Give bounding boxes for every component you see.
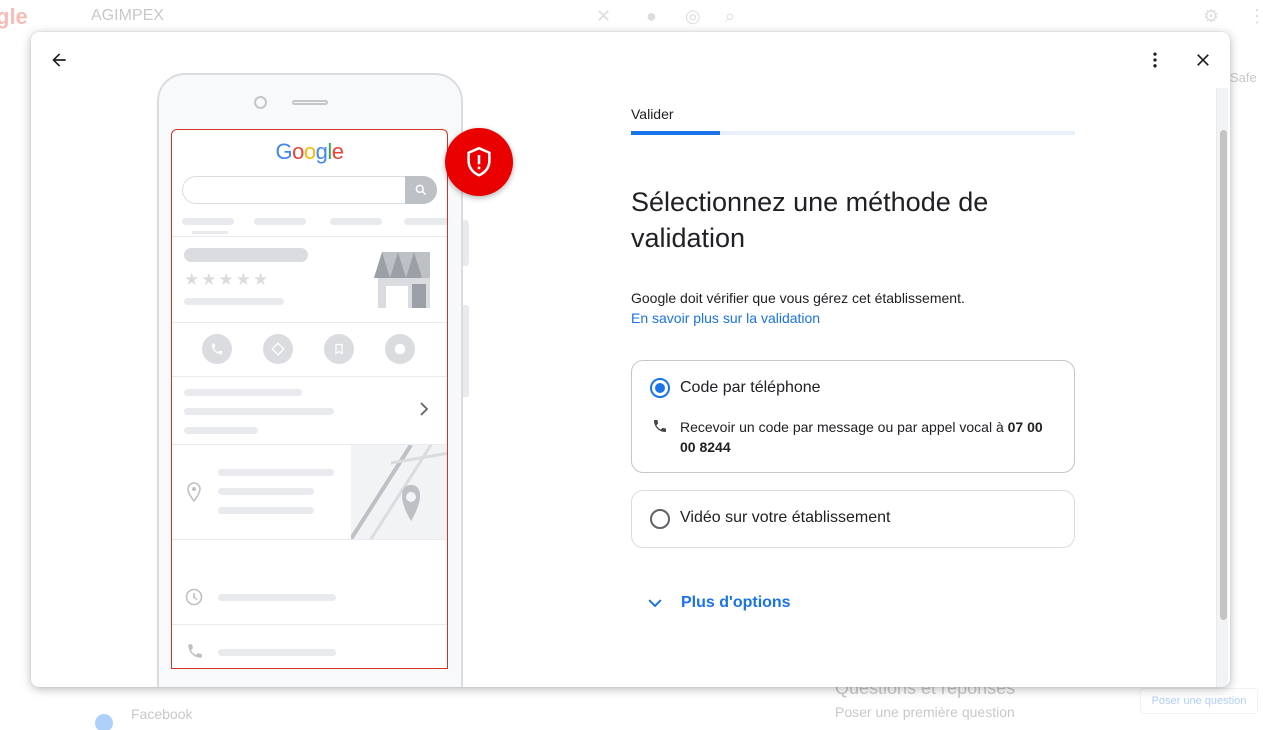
more-vert-icon xyxy=(1153,52,1157,68)
option-title: Vidéo sur votre établissement xyxy=(680,509,891,526)
page-title: Sélectionnez une méthode de validation xyxy=(631,187,989,253)
progress-bar xyxy=(631,131,1075,135)
scrollbar-thumb[interactable] xyxy=(1220,130,1227,620)
facebook-label: Facebook xyxy=(131,706,193,722)
lens-icon: ◎ xyxy=(685,6,701,26)
option-detail: Recevoir un code par message ou par appe… xyxy=(680,419,1043,455)
search-icon: ⌕ xyxy=(725,6,736,26)
facebook-icon xyxy=(95,714,113,730)
learn-more-link[interactable]: En savoir plus sur la validation xyxy=(631,310,820,326)
ask-question-button: Poser une question xyxy=(1140,688,1258,714)
more-options-button[interactable] xyxy=(1143,46,1167,74)
option-phone-code[interactable]: Code par téléphone Recevoir un code par … xyxy=(631,360,1075,473)
progress-fill xyxy=(631,131,720,135)
option-title: Code par téléphone xyxy=(680,379,821,396)
option-video[interactable]: Vidéo sur votre établissement xyxy=(631,490,1075,548)
phone-icon xyxy=(654,420,666,432)
qa-subtitle: Poser une première question xyxy=(835,704,1015,720)
close-icon xyxy=(1197,54,1209,66)
back-button[interactable] xyxy=(45,46,73,74)
side-text: Safe xyxy=(1230,70,1257,85)
gear-icon: ⚙ xyxy=(1203,6,1220,26)
close-button[interactable] xyxy=(1189,46,1217,74)
more-options-toggle[interactable]: Plus d'options xyxy=(645,593,791,613)
apps-icon: ⋮⋮ xyxy=(1248,6,1263,26)
chevron-down-icon xyxy=(648,599,662,608)
arrow-back-icon xyxy=(52,53,66,67)
search-query: AGIMPEX xyxy=(91,7,164,24)
google-logo-fragment: gle xyxy=(0,4,28,29)
more-options-label: Plus d'options xyxy=(681,594,791,611)
radio-unselected[interactable] xyxy=(650,509,670,529)
step-label: Valider xyxy=(631,106,674,122)
mic-icon: ● xyxy=(646,6,657,26)
description: Google doit vérifier que vous gérez cet … xyxy=(631,290,965,306)
clear-icon: ✕ xyxy=(596,6,612,26)
radio-selected[interactable] xyxy=(650,378,670,398)
